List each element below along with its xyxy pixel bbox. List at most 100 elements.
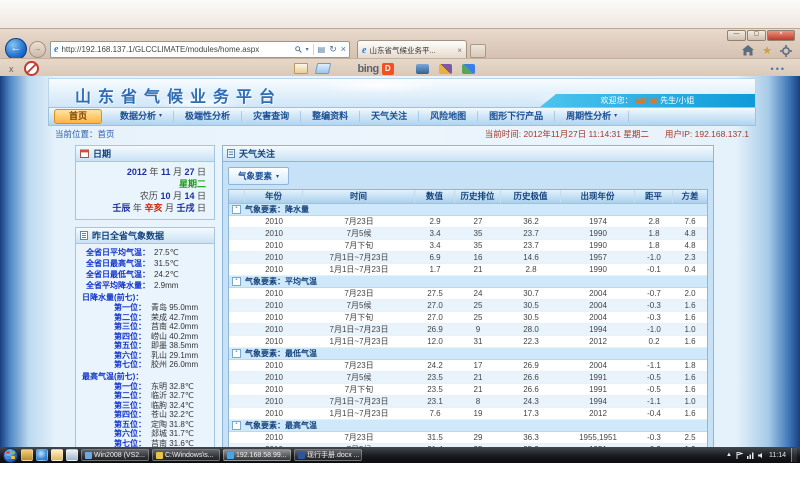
action-center-flag-icon[interactable] — [736, 452, 743, 459]
mail-icon[interactable] — [294, 63, 308, 74]
table-cell: 1月1日~7月23日 — [303, 408, 415, 419]
element-filter-button[interactable]: 气象要素 ▾ — [228, 167, 289, 185]
toolbar-overflow-dots[interactable]: ••• — [771, 64, 786, 74]
home-icon[interactable] — [742, 45, 754, 56]
collapse-toggle-icon[interactable]: - — [232, 277, 241, 286]
close-button[interactable]: × — [767, 30, 795, 41]
table-group-row[interactable]: -气象要素：最低气温 — [229, 348, 707, 360]
new-tab-button[interactable] — [470, 44, 486, 58]
refresh-icon[interactable]: ↻ — [329, 44, 337, 55]
maximize-button[interactable]: ▢ — [747, 30, 766, 41]
back-button[interactable]: ← — [5, 38, 27, 60]
nav-item-label: 数据分析 — [120, 111, 156, 122]
taskbar-button-1[interactable]: C:\Windows\s... — [152, 449, 220, 461]
start-button[interactable] — [3, 448, 18, 463]
nav-item-8[interactable]: 周期性分析▾ — [555, 111, 629, 122]
table-group-row[interactable]: -气象要素：最高气温 — [229, 420, 707, 432]
taskbar-button-0[interactable]: Win2008 (VS2... — [81, 449, 149, 461]
stop-icon[interactable]: × — [341, 44, 346, 54]
table-row: 20107月下旬27.02530.52004-0.31.6 — [229, 312, 707, 324]
volume-icon[interactable] — [758, 452, 765, 459]
search-icon[interactable] — [295, 46, 302, 53]
table-row: 20101月1日~7月23日12.03122.320120.21.6 — [229, 336, 707, 348]
table-cell: -1.1 — [635, 396, 673, 407]
table-cell: 7.6 — [673, 216, 707, 227]
nav-item-7[interactable]: 图形下行产品 — [478, 111, 555, 122]
taskbar-button-icon — [298, 452, 305, 459]
tab-close-icon[interactable]: × — [457, 46, 462, 55]
summary-label: 全省日最高气温： — [86, 258, 150, 269]
row-select-cell — [229, 216, 245, 227]
settings-gear-icon[interactable] — [780, 45, 792, 57]
table-cell: 2010 — [245, 324, 303, 335]
nav-item-1[interactable]: 数据分析▾ — [109, 111, 174, 122]
table-row: 20101月1日~7月23日7.61917.32012-0.41.6 — [229, 408, 707, 420]
tray-expand-icon[interactable]: ▲ — [726, 452, 732, 458]
ranking-rank: 第六位： — [114, 351, 146, 361]
browser-tab[interactable]: e 山东省气候业务平... × — [357, 40, 467, 59]
nav-item-4[interactable]: 整编资料 — [301, 111, 360, 122]
body-area: 日期 2012 年 11 月 27 日 星期二 农历 10 月 14 日 壬辰 … — [48, 142, 756, 442]
table-cell: 26.9 — [415, 324, 455, 335]
taskbar-button-2[interactable]: 192.168.58.99... — [223, 449, 291, 461]
quick-launch-icon-2[interactable] — [66, 449, 78, 461]
summary-value: 24.2℃ — [154, 269, 179, 280]
network-icon[interactable] — [747, 452, 754, 459]
ranking-value: 莒南 42.0mm — [151, 322, 198, 332]
clock[interactable]: 11:14 — [769, 452, 786, 459]
table-cell: 2004 — [561, 360, 635, 371]
search-dropdown-caret[interactable]: ▾ — [306, 46, 309, 53]
weather-panel-title: 昨日全省气象数据 — [92, 229, 164, 242]
toolbar-app-icon-1[interactable] — [416, 64, 429, 74]
address-bar[interactable]: e http://192.168.137.1/GLCCLIMATE/module… — [50, 41, 350, 58]
nav-item-2[interactable]: 极端性分析 — [174, 111, 242, 122]
date-part: 年 — [130, 203, 144, 213]
send-icon[interactable] — [314, 63, 330, 74]
table-cell: 36.3 — [501, 432, 561, 443]
favorites-star-icon[interactable]: ★ — [762, 44, 772, 57]
site-banner: 山东省气候业务平台 欢迎您： admin 先生/小姐 — [48, 78, 756, 107]
table-group-row[interactable]: -气象要素：降水量 — [229, 204, 707, 216]
taskbar-button-3[interactable]: 现行手册.docx ... — [294, 449, 362, 461]
bing-logo[interactable]: bing — [358, 63, 379, 75]
date-part: 日 — [194, 167, 206, 177]
table-cell: 2.8 — [635, 216, 673, 227]
collapse-toggle-icon[interactable]: - — [232, 421, 241, 430]
table-cell: 36.2 — [501, 216, 561, 227]
table-cell: 22.3 — [501, 336, 561, 347]
nav-item-3[interactable]: 灾害查询 — [242, 111, 301, 122]
nav-item-5[interactable]: 天气关注 — [360, 111, 419, 122]
ranking-row: 第二位：临沂 32.7℃ — [80, 391, 210, 401]
collapse-toggle-icon[interactable]: - — [232, 349, 241, 358]
url-text[interactable]: http://192.168.137.1/GLCCLIMATE/modules/… — [61, 45, 294, 54]
table-row: 20107月23日27.52430.72004-0.72.0 — [229, 288, 707, 300]
forward-button[interactable]: → — [29, 41, 46, 58]
table-cell: 1月1日~7月23日 — [303, 336, 415, 347]
bing-badge[interactable]: D — [382, 63, 394, 75]
toolbar-app-icon-2[interactable] — [439, 64, 452, 74]
quick-launch-ie-icon[interactable] — [36, 449, 48, 461]
compat-view-icon[interactable]: ▤ — [318, 45, 326, 54]
minimize-button[interactable]: — — [727, 30, 746, 41]
date-part: 日 — [194, 203, 206, 213]
welcome-prefix: 欢迎您： — [601, 95, 633, 106]
row-select-cell — [229, 264, 245, 275]
table-group-row[interactable]: -气象要素：平均气温 — [229, 276, 707, 288]
quick-launch-icon-1[interactable] — [21, 449, 33, 461]
ranking-rank: 第七位： — [114, 360, 146, 370]
nav-item-6[interactable]: 风险地图 — [419, 111, 478, 122]
ranking-row: 第七位：胶州 26.0mm — [80, 360, 210, 370]
show-desktop-button[interactable] — [791, 448, 797, 462]
table-cell: 1974 — [561, 216, 635, 227]
toolbar-close-icon[interactable]: x — [9, 64, 14, 74]
nav-item-0[interactable]: 首页 — [54, 109, 102, 124]
blocked-icon[interactable] — [24, 61, 39, 76]
collapse-toggle-icon[interactable]: - — [232, 205, 241, 214]
toolbar-app-icon-3[interactable] — [462, 64, 475, 74]
table-cell: 1.8 — [635, 228, 673, 239]
table-cell: 6.9 — [415, 252, 455, 263]
quick-launch-folder-icon[interactable] — [51, 449, 63, 461]
summary-value: 27.5℃ — [154, 247, 179, 258]
tab-title: 山东省气候业务平... — [369, 45, 455, 56]
date-part: 壬戌 — [176, 203, 194, 213]
